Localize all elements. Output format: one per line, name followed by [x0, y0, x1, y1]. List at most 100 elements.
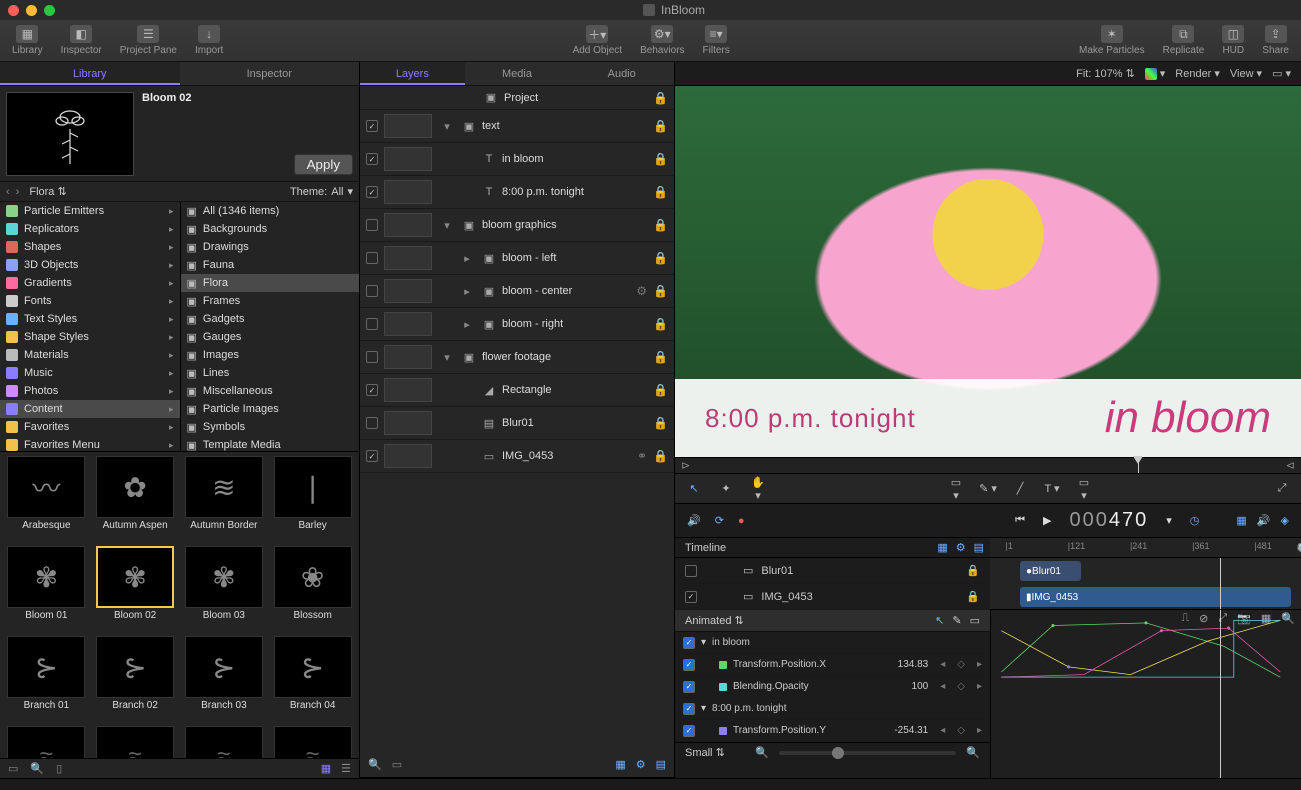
- layer-row[interactable]: ◢Rectangle🔒: [360, 374, 674, 407]
- layout-menu[interactable]: ▭ ▾: [1272, 67, 1291, 80]
- subcategory-item[interactable]: ▣Template Media: [181, 436, 360, 451]
- lock-icon[interactable]: 🔒: [653, 218, 668, 232]
- library-thumb[interactable]: ≋Autumn Border: [182, 456, 267, 542]
- layer-row[interactable]: ▤Blur01🔒: [360, 407, 674, 440]
- theme-filter[interactable]: Theme: All ▾: [290, 185, 353, 198]
- kf-value[interactable]: 134.83: [898, 659, 929, 670]
- track-header[interactable]: ▭IMG_0453🔒: [675, 584, 990, 610]
- import-button[interactable]: ↓Import: [195, 25, 223, 56]
- breadcrumb[interactable]: Flora ⇅: [29, 185, 66, 198]
- apply-button[interactable]: Apply: [294, 154, 353, 175]
- add-keyframe-icon[interactable]: ◇: [957, 725, 965, 736]
- category-item[interactable]: 3D Objects▸: [0, 256, 180, 274]
- library-button[interactable]: ▦Library: [12, 25, 43, 56]
- visibility-checkbox[interactable]: [366, 153, 378, 165]
- lock-icon[interactable]: 🔒: [653, 251, 668, 265]
- subcategory-item[interactable]: ▣All (1346 items): [181, 202, 360, 220]
- lock-icon[interactable]: 🔒: [653, 449, 668, 463]
- go-to-start-icon[interactable]: ⏮: [1015, 514, 1025, 527]
- library-thumb[interactable]: ✾Bloom 02: [93, 546, 178, 632]
- search-icon[interactable]: 🔍: [30, 762, 44, 775]
- zoom-knob[interactable]: [832, 747, 844, 759]
- lock-icon[interactable]: 🔒: [653, 284, 668, 298]
- render-menu[interactable]: Render ▾: [1175, 67, 1220, 80]
- disclosure-icon[interactable]: ▾: [438, 120, 456, 133]
- visibility-checkbox[interactable]: [366, 219, 378, 231]
- close-icon[interactable]: [8, 5, 19, 16]
- tl-behavior-icon[interactable]: ⚙: [956, 538, 966, 558]
- nav-back-icon[interactable]: ‹: [6, 186, 10, 198]
- track-header[interactable]: ▭Blur01🔒: [675, 558, 990, 584]
- subcategory-item[interactable]: ▣Fauna: [181, 256, 360, 274]
- in-point-icon[interactable]: ⊳: [681, 459, 690, 472]
- scope-icon[interactable]: ▭: [392, 758, 402, 771]
- subcategory-item[interactable]: ▣Frames: [181, 292, 360, 310]
- subcategory-item[interactable]: ▣Flora: [181, 274, 360, 292]
- search-icon[interactable]: 🔍: [368, 758, 382, 771]
- disclosure-icon[interactable]: ▾: [701, 637, 706, 648]
- inspector-button[interactable]: ◧Inspector: [61, 25, 102, 56]
- visibility-checkbox[interactable]: [366, 252, 378, 264]
- filter-icon[interactable]: ▤: [656, 758, 666, 771]
- tab-library[interactable]: Library: [0, 62, 180, 85]
- new-folder-icon[interactable]: ▭: [8, 762, 18, 775]
- lock-icon[interactable]: 🔒: [653, 383, 668, 397]
- audio-toggle-icon[interactable]: 🔊: [687, 514, 701, 527]
- category-item[interactable]: Shapes▸: [0, 238, 180, 256]
- show-video-icon[interactable]: ▦: [1236, 514, 1246, 527]
- library-thumb[interactable]: ⊱Branch 04: [270, 636, 355, 722]
- loop-icon[interactable]: ⟳: [715, 514, 724, 527]
- category-item[interactable]: Favorites▸: [0, 418, 180, 436]
- disclosure-icon[interactable]: ▸: [458, 285, 476, 298]
- kf-toggle[interactable]: [683, 659, 695, 671]
- category-item[interactable]: Shape Styles▸: [0, 328, 180, 346]
- visibility-checkbox[interactable]: [366, 285, 378, 297]
- category-item[interactable]: Fonts▸: [0, 292, 180, 310]
- mini-timeline[interactable]: ⊳ ⊲: [675, 458, 1301, 474]
- zoom-icon[interactable]: 🔍: [1297, 543, 1301, 554]
- kf-param-row[interactable]: Transform.Position.X134.83◂◇▸: [675, 654, 990, 676]
- zoom-in-icon[interactable]: 🔍: [966, 746, 980, 759]
- 3d-transform-icon[interactable]: ✦: [717, 482, 735, 495]
- library-thumb[interactable]: ❘Barley: [270, 456, 355, 542]
- record-icon[interactable]: ●: [738, 515, 745, 527]
- disclosure-icon[interactable]: ▾: [438, 219, 456, 232]
- pen-tool-icon[interactable]: ✎: [952, 614, 961, 627]
- subcategory-item[interactable]: ▣Miscellaneous: [181, 382, 360, 400]
- behaviors-button[interactable]: ⚙▾Behaviors: [640, 25, 684, 56]
- behavior-icon[interactable]: ⚙: [636, 758, 646, 771]
- layer-row[interactable]: ▸▣bloom - left🔒: [360, 242, 674, 275]
- next-keyframe-icon[interactable]: ▸: [977, 659, 982, 670]
- clip-blur[interactable]: ● Blur01: [1020, 561, 1081, 581]
- tab-media[interactable]: Media: [465, 62, 570, 85]
- subcategory-item[interactable]: ▣Symbols: [181, 418, 360, 436]
- category-item[interactable]: Music▸: [0, 364, 180, 382]
- hud-button[interactable]: ◫HUD: [1222, 25, 1244, 56]
- disclosure-icon[interactable]: ▸: [458, 318, 476, 331]
- playhead-icon[interactable]: [1133, 456, 1143, 464]
- next-keyframe-icon[interactable]: ▸: [977, 725, 982, 736]
- library-thumb[interactable]: ≈: [4, 726, 89, 758]
- layer-row[interactable]: ▸▣bloom - right🔒: [360, 308, 674, 341]
- layers-list[interactable]: ▣Project🔒▾▣text🔒Tin bloom🔒T8:00 p.m. ton…: [360, 86, 674, 752]
- disclosure-icon[interactable]: ▾: [438, 351, 456, 364]
- lock-icon[interactable]: 🔒: [653, 119, 668, 133]
- share-button[interactable]: ⇪Share: [1262, 25, 1289, 56]
- layer-row[interactable]: ▭IMG_0453⚭🔒: [360, 440, 674, 473]
- category-item[interactable]: Content▸: [0, 400, 180, 418]
- library-thumb[interactable]: ⊱Branch 03: [182, 636, 267, 722]
- zoom-out-icon[interactable]: 🔍: [755, 746, 769, 759]
- visibility-checkbox[interactable]: [366, 417, 378, 429]
- library-thumb[interactable]: ✾Bloom 03: [182, 546, 267, 632]
- mask-tool-icon[interactable]: ▭ ▾: [1075, 476, 1093, 502]
- library-thumb[interactable]: ≈: [182, 726, 267, 758]
- lock-icon[interactable]: 🔒: [966, 590, 980, 603]
- category-item[interactable]: Replicators▸: [0, 220, 180, 238]
- kf-toggle[interactable]: [683, 703, 695, 715]
- layer-row[interactable]: ▾▣text🔒: [360, 110, 674, 143]
- library-thumb[interactable]: 〰Arabesque: [4, 456, 89, 542]
- category-item[interactable]: Particle Emitters▸: [0, 202, 180, 220]
- layer-row[interactable]: ▸▣bloom - center⚙🔒: [360, 275, 674, 308]
- category-item[interactable]: Photos▸: [0, 382, 180, 400]
- lock-icon[interactable]: 🔒: [653, 350, 668, 364]
